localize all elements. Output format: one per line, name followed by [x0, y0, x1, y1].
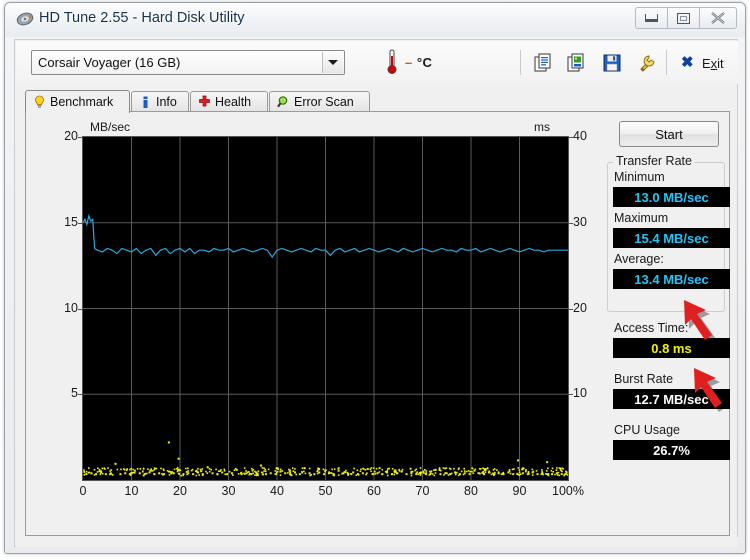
y-tick-label: 15 — [48, 215, 78, 229]
y-axis-title: MB/sec — [90, 120, 130, 134]
temperature-dash: – — [405, 55, 413, 70]
title-bar: HD Tune 2.55 - Hard Disk Utility — [5, 3, 745, 37]
copy-image-icon[interactable] — [567, 53, 587, 73]
y-tick-mark — [78, 309, 83, 310]
y-tick-mark — [78, 137, 83, 138]
y-tick-mark — [78, 223, 83, 224]
x-tick-label: 100% — [546, 484, 590, 498]
close-button[interactable] — [699, 7, 737, 29]
hard-disk-icon — [16, 11, 34, 27]
y-tick-label: 10 — [48, 301, 78, 315]
tab-error-scan-label: Error Scan — [294, 95, 354, 109]
minimize-icon — [645, 14, 658, 22]
maximize-button[interactable] — [667, 7, 700, 29]
x-tick-label: 70 — [401, 484, 445, 498]
minimum-value: 13.0 MB/sec — [613, 187, 730, 207]
toolbar-separator-2 — [666, 50, 667, 75]
tools-icon[interactable] — [637, 53, 657, 73]
average-value: 13.4 MB/sec — [613, 269, 730, 289]
health-cross-icon — [198, 95, 211, 109]
x-tick-label: 20 — [158, 484, 202, 498]
save-icon[interactable] — [602, 53, 622, 73]
drive-select-value: Corsair Voyager (16 GB) — [38, 55, 180, 70]
minimum-label: Minimum — [614, 170, 665, 184]
results-column: Start Transfer Rate Minimum 13.0 MB/sec … — [601, 118, 725, 528]
temperature-unit: °C — [417, 55, 433, 70]
x-tick-label: 60 — [352, 484, 396, 498]
y-tick-mark — [78, 394, 83, 395]
chart-svg — [83, 137, 568, 480]
benchmark-panel: MB/sec ms 5 10 15 20 10 20 30 40 0 10 20 30 40 50 60… — [25, 112, 730, 536]
tab-health-label: Health — [215, 95, 251, 109]
x-tick-label: 80 — [449, 484, 493, 498]
maximum-label: Maximum — [614, 211, 668, 225]
access-time-label: Access Time: — [614, 321, 688, 335]
tab-benchmark[interactable]: Benchmark — [25, 90, 130, 113]
drive-select[interactable]: Corsair Voyager (16 GB) — [31, 50, 345, 75]
x-tick-label: 40 — [255, 484, 299, 498]
magnifier-icon — [277, 95, 290, 109]
y-tick-label: 20 — [48, 129, 78, 143]
benchmark-chart: MB/sec ms 5 10 15 20 10 20 30 40 0 10 20 30 40 50 60… — [34, 118, 594, 528]
temperature-readout: – °C — [405, 55, 432, 70]
toolbar-separator-1 — [520, 50, 521, 75]
cpu-usage-value: 26.7% — [613, 440, 730, 460]
exit-button[interactable]: Exit — [702, 56, 724, 71]
x-tick-label: 90 — [498, 484, 542, 498]
exit-icon[interactable]: ✖ — [681, 55, 694, 70]
y2-tick-mark — [568, 137, 573, 138]
transfer-rate-group-label: Transfer Rate — [613, 154, 695, 168]
thermometer-icon — [385, 49, 399, 75]
tab-info-label: Info — [156, 95, 177, 109]
cpu-usage-label: CPU Usage — [614, 423, 680, 437]
start-button[interactable]: Start — [619, 121, 719, 147]
arrow-average-icon — [679, 293, 741, 345]
hd-tune-window: HD Tune 2.55 - Hard Disk Utility Corsair… — [4, 2, 746, 554]
tab-benchmark-label: Benchmark — [50, 95, 113, 109]
y2-tick-mark — [568, 394, 573, 395]
panel-bottom-filler — [16, 537, 738, 547]
x-tick-label: 30 — [207, 484, 251, 498]
toolbar: Corsair Voyager (16 GB) – °C ✖ Exit — [16, 41, 738, 84]
y-tick-label: 5 — [48, 386, 78, 400]
info-icon — [139, 95, 152, 109]
average-label: Average: — [614, 252, 664, 266]
x-tick-label: 10 — [110, 484, 154, 498]
tab-error-scan[interactable]: Error Scan — [269, 91, 370, 112]
window-title: HD Tune 2.55 - Hard Disk Utility — [39, 10, 244, 26]
tab-info[interactable]: Info — [131, 91, 189, 112]
y2-tick-mark — [568, 309, 573, 310]
burst-rate-label: Burst Rate — [614, 372, 673, 386]
minimize-button[interactable] — [635, 7, 668, 29]
y2-axis-title: ms — [534, 120, 550, 134]
client-area: Corsair Voyager (16 GB) – °C ✖ Exit Benc… — [14, 39, 738, 547]
lightbulb-icon — [33, 95, 46, 109]
x-tick-label: 50 — [304, 484, 348, 498]
maximum-value: 15.4 MB/sec — [613, 228, 730, 248]
y2-tick-mark — [568, 223, 573, 224]
window-controls — [636, 7, 737, 29]
x-tick-label: 0 — [61, 484, 105, 498]
close-icon — [710, 11, 726, 25]
maximize-icon — [677, 13, 690, 24]
copy-icon[interactable] — [534, 53, 554, 73]
tab-health[interactable]: Health — [190, 91, 268, 112]
chart-plot-area — [82, 136, 569, 481]
tab-bar: Benchmark Info Health Error Scan — [25, 90, 730, 112]
arrow-access-time-icon — [689, 361, 750, 413]
chevron-down-icon[interactable] — [322, 52, 343, 73]
